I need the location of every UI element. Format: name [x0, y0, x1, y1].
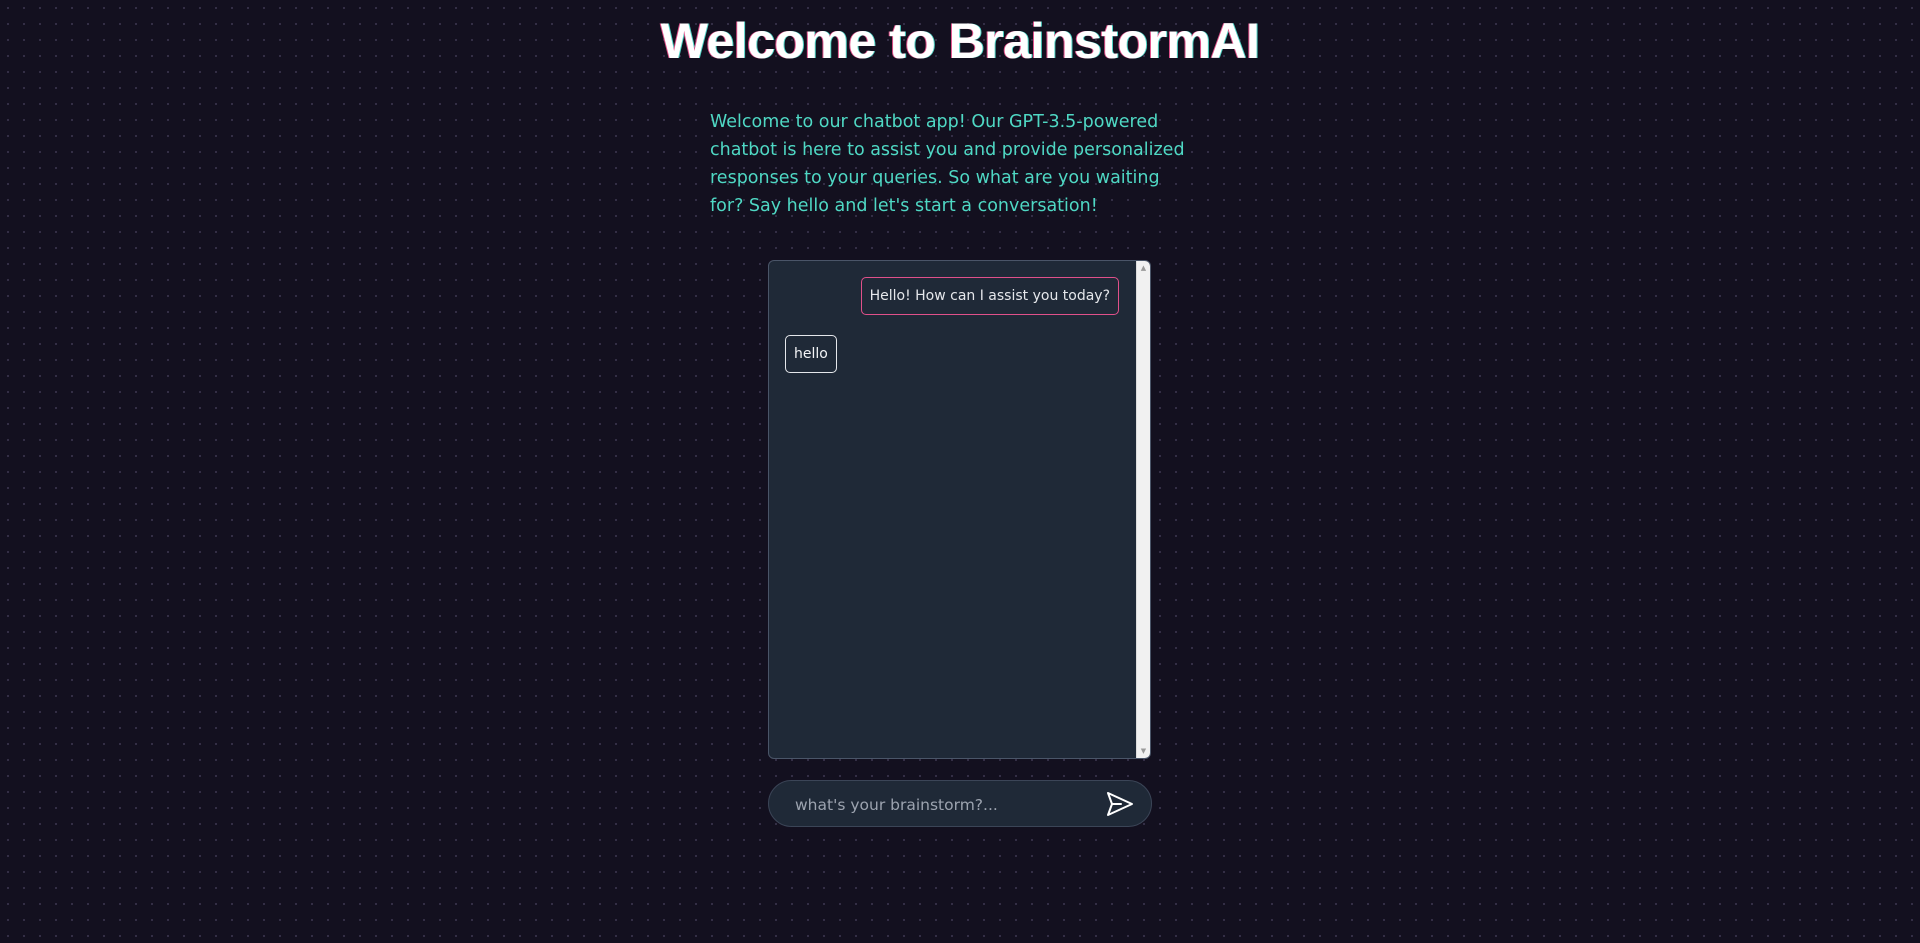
scroll-down-arrow-icon[interactable]: ▼ — [1137, 744, 1150, 758]
message-input[interactable] — [793, 781, 1097, 828]
user-message: hello — [785, 335, 837, 373]
intro-text: Welcome to our chatbot app! Our GPT-3.5-… — [710, 112, 1185, 216]
scroll-up-arrow-icon[interactable]: ▲ — [1137, 261, 1150, 275]
send-button[interactable] — [1105, 790, 1135, 818]
chat-scrollbar[interactable]: ▲ ▼ — [1136, 261, 1150, 758]
chat-messages: Hello! How can I assist you today? hello — [769, 261, 1135, 758]
page-title: Welcome to BrainstormAI — [660, 13, 1260, 69]
send-icon — [1107, 792, 1133, 816]
bot-message: Hello! How can I assist you today? — [860, 277, 1119, 315]
chat-window: Hello! How can I assist you today? hello… — [768, 260, 1151, 759]
message-composer — [768, 780, 1152, 828]
